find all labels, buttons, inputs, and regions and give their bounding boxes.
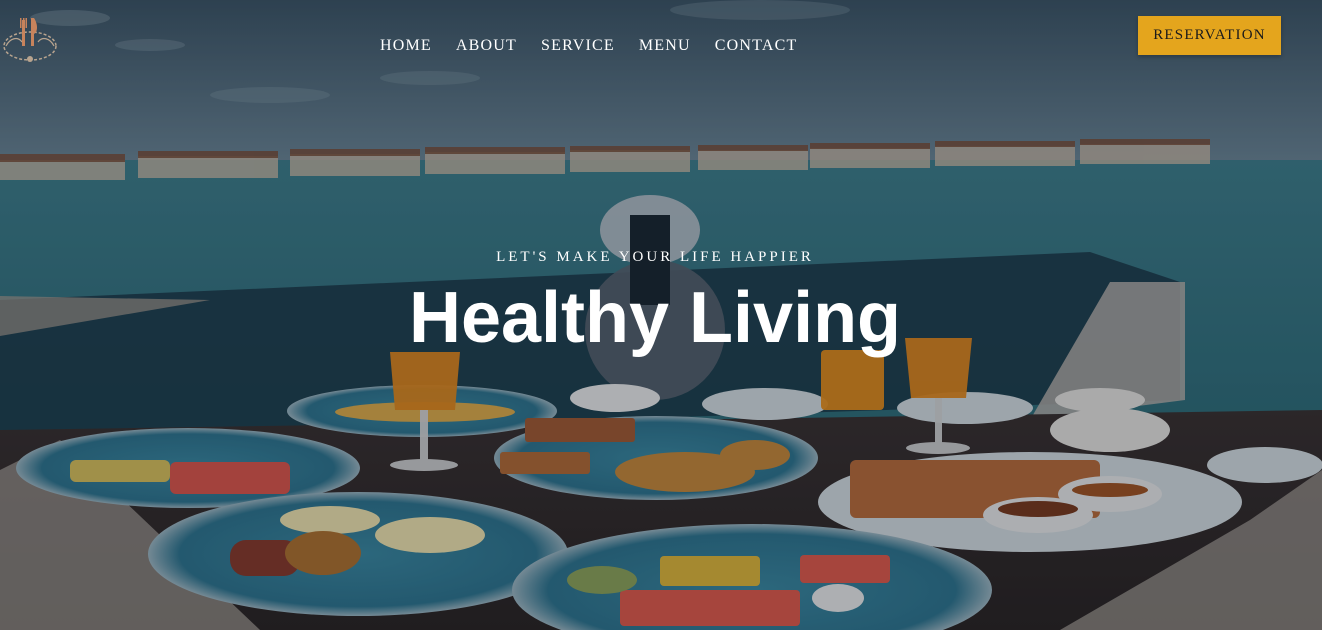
- nav-about-link[interactable]: ABOUT: [456, 36, 517, 56]
- brand-logo[interactable]: [0, 14, 60, 66]
- nav-home-link[interactable]: HOME: [380, 36, 432, 56]
- main-nav: HOME ABOUT SERVICE MENU CONTACT: [380, 36, 821, 56]
- fork-knife-crest-icon: [3, 18, 57, 62]
- hero-section: HOME ABOUT SERVICE MENU CONTACT RESERVAT…: [0, 0, 1322, 630]
- hero-eyebrow: LET'S MAKE YOUR LIFE HAPPIER: [496, 249, 814, 265]
- nav-menu-link[interactable]: MENU: [639, 36, 691, 56]
- reservation-button[interactable]: RESERVATION: [1138, 16, 1281, 55]
- nav-contact-link[interactable]: CONTACT: [715, 36, 798, 56]
- hero-title: Healthy Living: [408, 278, 902, 358]
- nav-service-link[interactable]: SERVICE: [541, 36, 615, 56]
